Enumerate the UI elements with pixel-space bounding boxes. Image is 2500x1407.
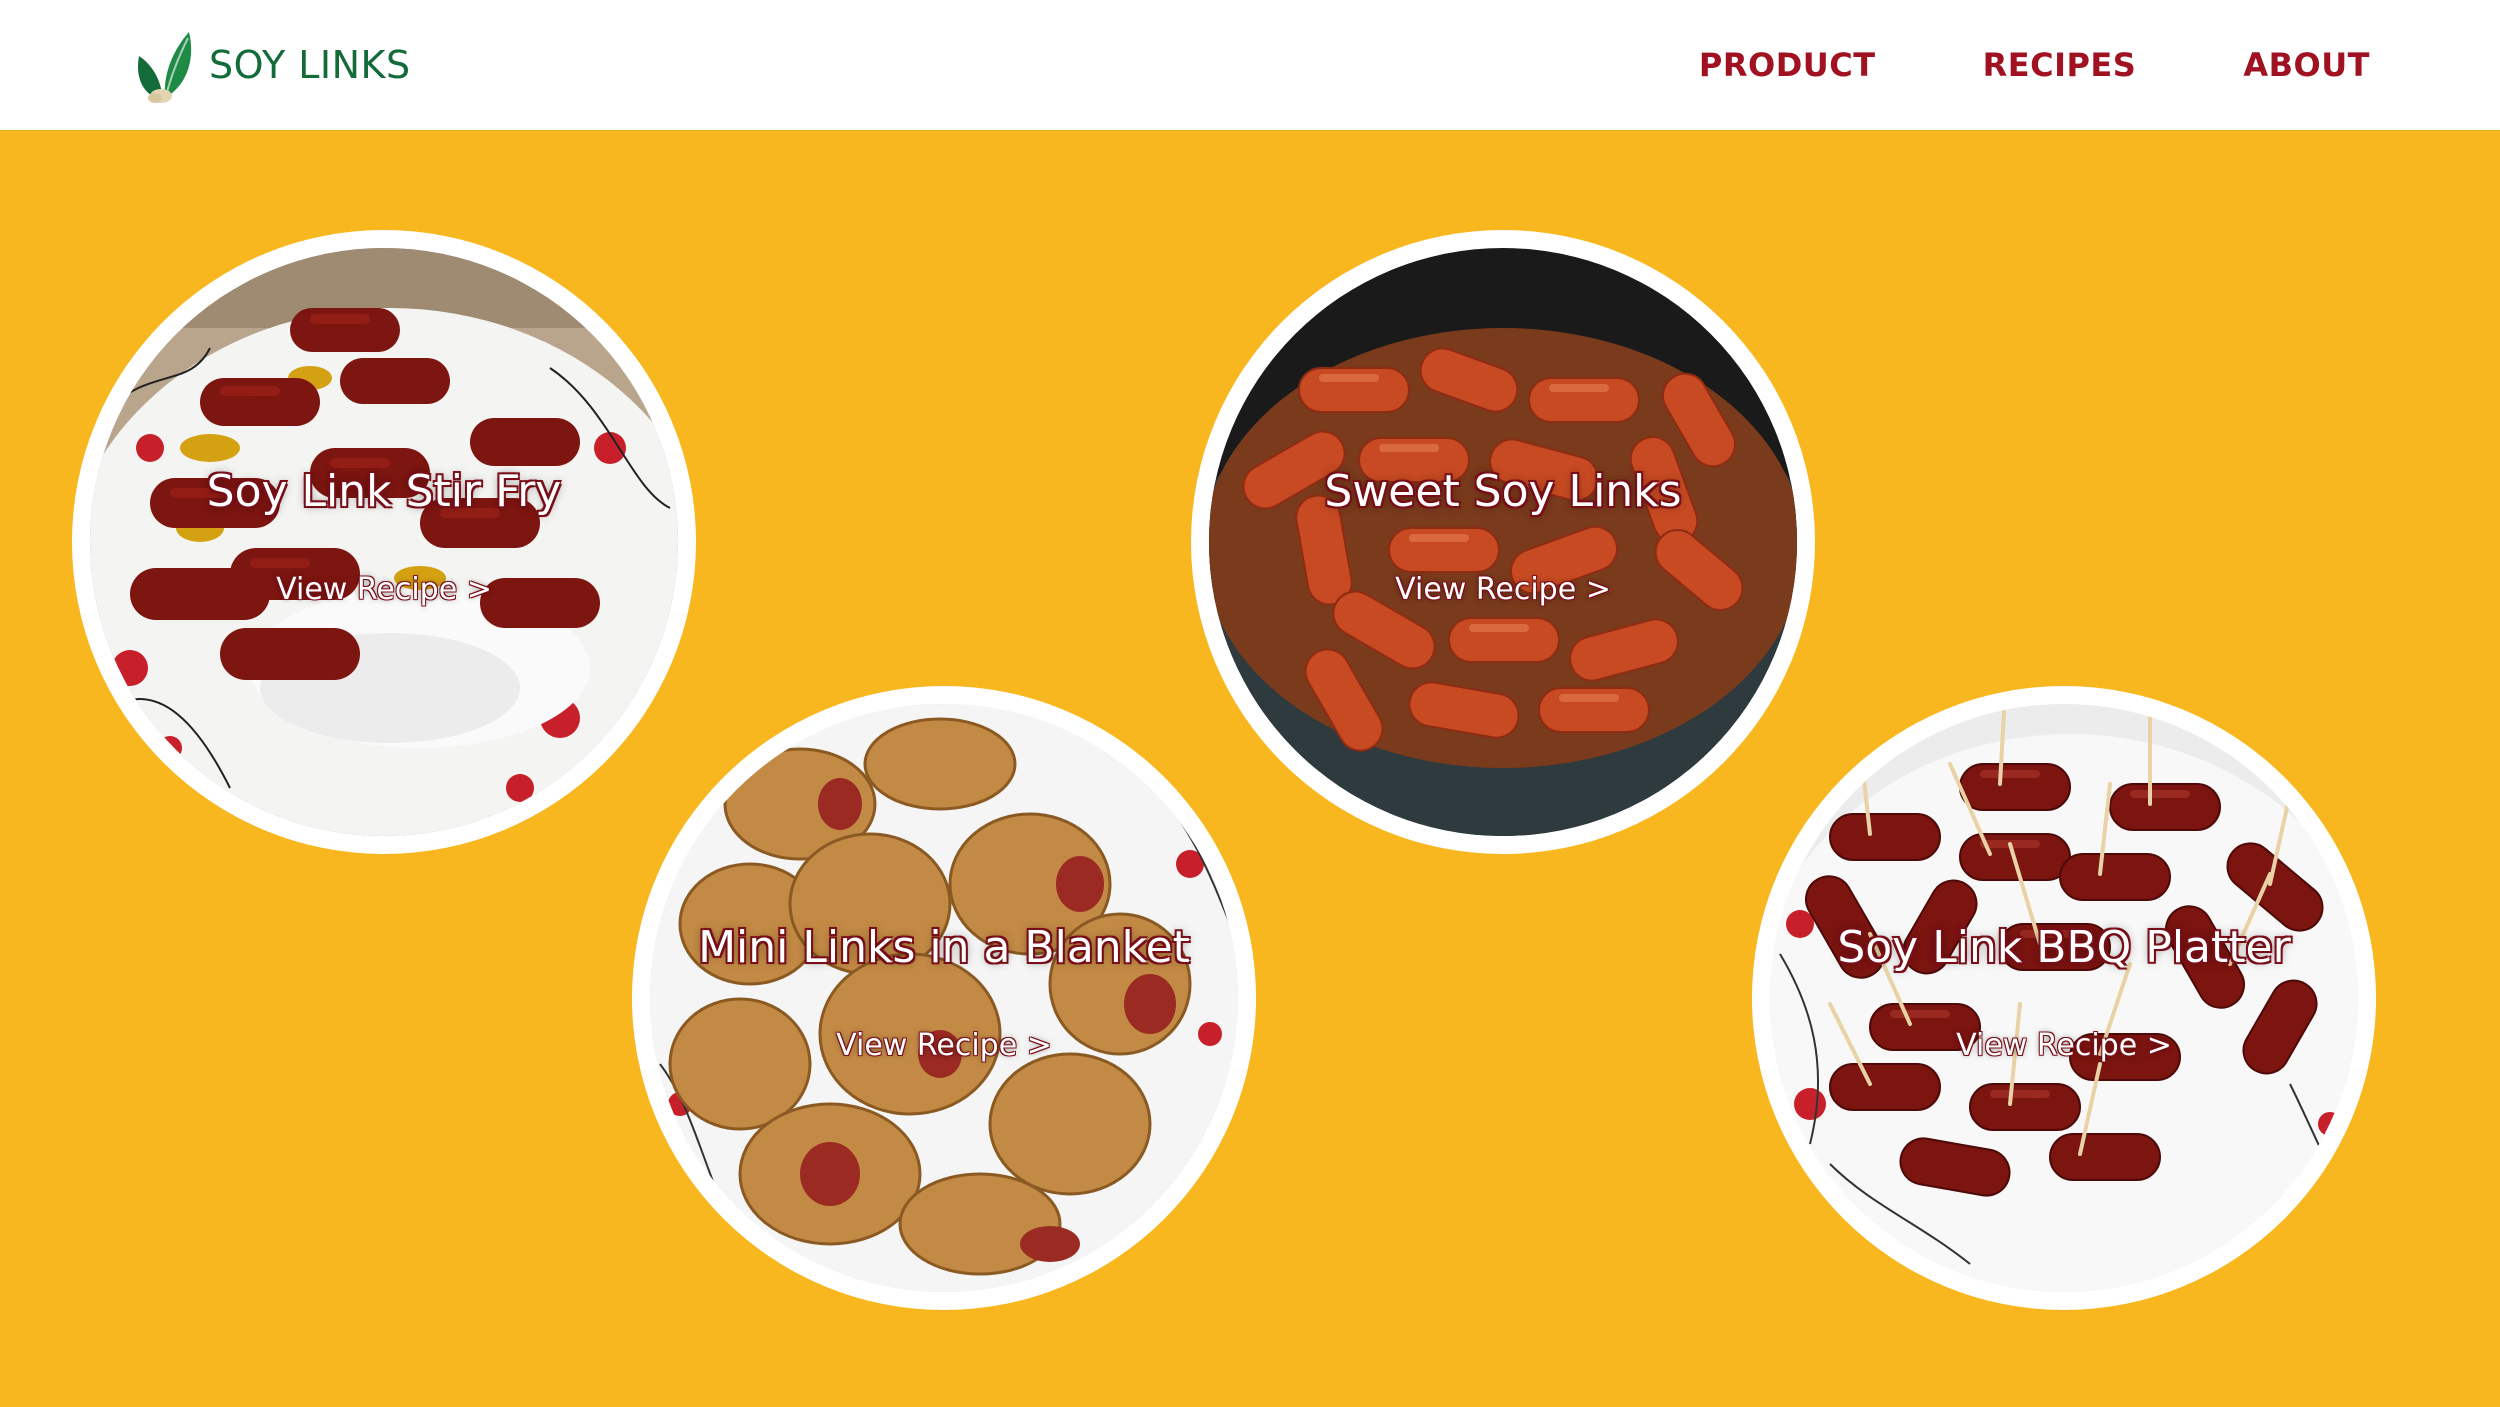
sweet-soy-links-photo: Sweet Soy Links View Recipe >: [1209, 248, 1797, 836]
links-in-blanket-photo: Mini Links in a Blanket View Recipe >: [650, 704, 1238, 1292]
nav-link-product[interactable]: PRODUCT: [1699, 46, 1876, 84]
view-recipe-link[interactable]: View Recipe >: [1770, 1028, 2358, 1063]
main-nav: PRODUCT RECIPES ABOUT: [1592, 0, 2370, 130]
nav-link-recipes[interactable]: RECIPES: [1983, 46, 2137, 84]
stir-fry-photo: Soy Link Stir Fry View Recipe >: [90, 248, 678, 836]
recipe-card-bbq-platter[interactable]: Soy Link BBQ Platter View Recipe >: [1752, 686, 2376, 1310]
view-recipe-link[interactable]: View Recipe >: [650, 1028, 1238, 1063]
nav-link-about[interactable]: ABOUT: [2243, 46, 2370, 84]
recipe-title: Mini Links in a Blanket: [698, 922, 1190, 973]
recipe-card-stir-fry[interactable]: Soy Link Stir Fry View Recipe >: [72, 230, 696, 854]
recipe-card-links-in-blanket[interactable]: Mini Links in a Blanket View Recipe >: [632, 686, 1256, 1310]
logo-home-link[interactable]: SOY LINKS: [133, 26, 411, 104]
leaf-logo-icon: [133, 26, 195, 104]
recipe-card-sweet-soy-links[interactable]: Sweet Soy Links View Recipe >: [1191, 230, 1815, 854]
bbq-platter-photo: Soy Link BBQ Platter View Recipe >: [1770, 704, 2358, 1292]
brand-name: SOY LINKS: [209, 43, 411, 87]
view-recipe-link[interactable]: View Recipe >: [90, 572, 678, 607]
site-header: SOY LINKS PRODUCT RECIPES ABOUT: [0, 0, 2500, 130]
view-recipe-link[interactable]: View Recipe >: [1209, 572, 1797, 607]
recipe-title: Soy Link Stir Fry: [206, 466, 562, 517]
recipe-title: Soy Link BBQ Platter: [1837, 922, 2291, 973]
recipe-title: Sweet Soy Links: [1324, 466, 1682, 517]
